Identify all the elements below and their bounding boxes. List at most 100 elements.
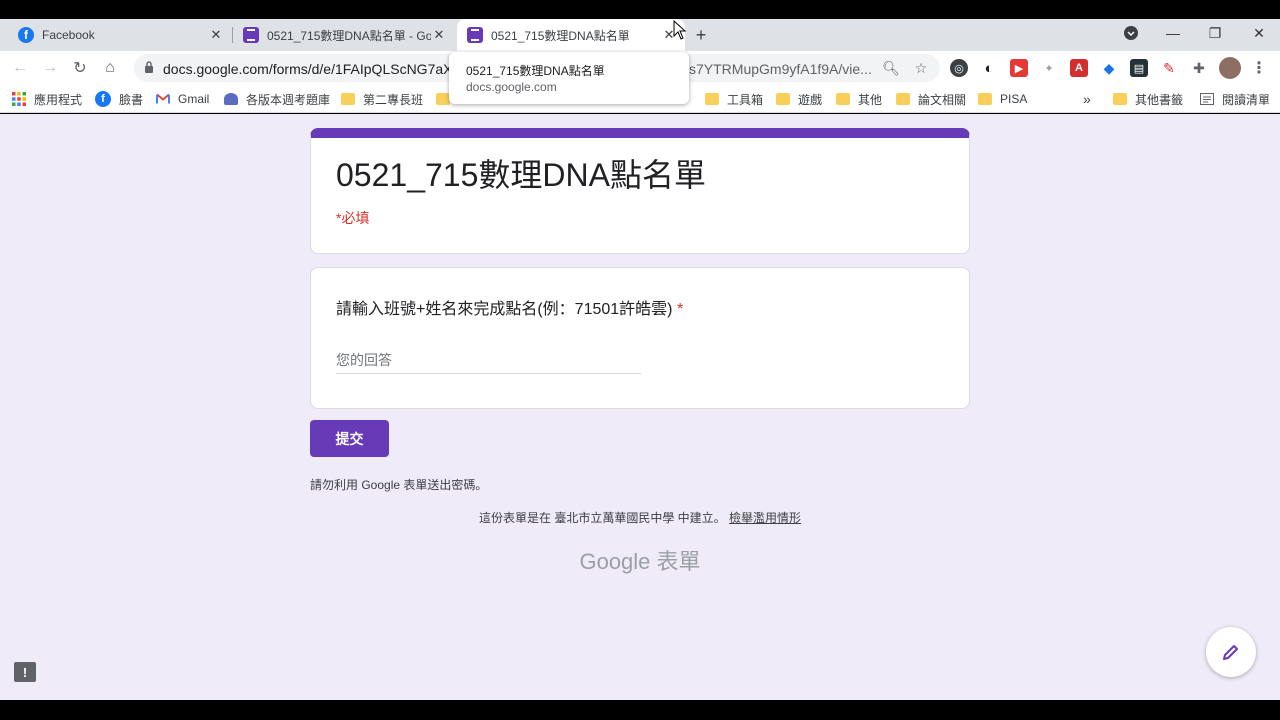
answer-input[interactable] (336, 346, 641, 374)
form-page: 0521_715數理DNA點名單 *必填 請輸入班號+姓名來完成點名(例：715… (0, 114, 1280, 700)
bookmark-label: 應用程式 (34, 92, 83, 107)
page-title: 0521_715數理DNA點名單 (336, 157, 706, 193)
back-icon[interactable]: ← (8, 56, 32, 80)
facebook-icon: f (95, 91, 111, 107)
url-tail-text: s7YTRMupGm9yfA1f9A/vie... (689, 61, 872, 77)
reading-list-icon (1200, 93, 1214, 105)
mouse-cursor-icon (673, 20, 687, 40)
google-forms-icon (467, 27, 483, 43)
avatar[interactable] (1219, 57, 1241, 79)
bookmark-label: 遊戲 (798, 92, 823, 107)
close-icon[interactable]: ✕ (208, 27, 224, 43)
submit-button[interactable]: 提交 (310, 420, 389, 457)
created-in-text: 這份表單是在 臺北市立萬華國民中學 中建立。 (478, 511, 726, 525)
google-forms-icon (243, 27, 259, 43)
minimize-button[interactable]: — (1153, 19, 1193, 47)
pen-extension-icon[interactable]: ✎ (1160, 59, 1178, 77)
url-text: docs.google.com/forms/d/e/1FAIpQLScNG7aX (163, 61, 453, 77)
edit-response-button[interactable] (1206, 627, 1256, 677)
menu-icon[interactable]: ⋮ (1250, 59, 1268, 77)
home-icon[interactable]: ⌂ (98, 56, 122, 80)
close-icon[interactable]: ✕ (431, 27, 447, 43)
bookmark-folder-second[interactable]: 第二專長班 (341, 91, 423, 107)
bookmark-label: 其他書籤 (1135, 92, 1184, 107)
chevron-double-right-icon: » (1083, 91, 1091, 107)
bookmark-label: 臉書 (119, 92, 144, 107)
google-forms-logo[interactable]: Google 表單 (0, 544, 1280, 576)
zoom-icon[interactable]: 🔍︎ (881, 58, 901, 78)
bookmark-folder-pisa[interactable]: PISA (978, 91, 1027, 107)
bookmark-label: 其他 (858, 92, 883, 107)
bookmark-folder-thesis[interactable]: 論文相關 (896, 91, 966, 107)
bookmark-star-icon[interactable]: ☆ (911, 58, 931, 78)
forward-icon[interactable]: → (38, 56, 62, 80)
folder-icon (1113, 93, 1127, 105)
chevron-down-icon (1124, 26, 1138, 40)
bookmark-label: 第二專長班 (363, 92, 424, 107)
bookmark-label: Gmail (178, 92, 210, 106)
bookmark-weekly-exams[interactable]: 各版本週考題庫 (224, 91, 330, 107)
close-window-button[interactable]: ✕ (1239, 19, 1279, 47)
bookmark-facebook[interactable]: f 臉書 (95, 91, 143, 107)
no-password-note: 請勿利用 Google 表單送出密碼。 (310, 478, 488, 492)
folder-icon (776, 93, 790, 105)
tab-facebook[interactable]: f Facebook ✕ (8, 19, 232, 51)
dark-mode-icon[interactable]: ◐ (980, 59, 998, 77)
bookmarks-overflow-button[interactable]: » (1083, 91, 1091, 107)
lock-icon (145, 61, 153, 73)
bookmark-label: 閱讀清單 (1222, 92, 1271, 107)
site-icon (224, 93, 238, 105)
restore-button[interactable]: ❐ (1195, 19, 1235, 47)
puzzle-icon[interactable]: ✚ (1190, 59, 1208, 77)
bookmark-other-bookmarks[interactable]: 其他書籤 (1113, 91, 1183, 107)
report-abuse-link[interactable]: 檢舉濫用情形 (729, 511, 801, 525)
folder-icon (978, 93, 992, 105)
required-asterisk: * (676, 301, 684, 318)
pencil-icon (1223, 645, 1238, 660)
apps-grid-icon (12, 92, 26, 106)
bookmark-reading-list[interactable]: 閱讀清單 (1200, 91, 1270, 107)
facebook-icon: f (18, 27, 34, 43)
tab-hover-tooltip: 0521_715數理DNA點名單 docs.google.com (449, 52, 689, 104)
folder-icon (436, 93, 450, 105)
tab-form-active[interactable]: 0521_715數理DNA點名單 ✕ (457, 19, 685, 51)
question-card: 請輸入班號+姓名來完成點名(例：71501許皓雲) * (310, 267, 970, 409)
tooltip-domain: docs.google.com (466, 80, 557, 94)
classroom-icon[interactable]: ◆ (1100, 59, 1118, 77)
bookmark-label: 各版本週考題庫 (246, 92, 331, 107)
created-in-note: 這份表單是在 臺北市立萬華國民中學 中建立。 檢舉濫用情形 (0, 509, 1280, 526)
bookmark-apps[interactable]: 應用程式 (12, 91, 82, 107)
tab-title: 0521_715數理DNA點名單 - Goo (267, 28, 431, 43)
question-text: 請輸入班號+姓名來完成點名(例：71501許皓雲) (336, 301, 673, 318)
folder-icon (341, 93, 355, 105)
folder-icon (896, 93, 910, 105)
dropbox-icon[interactable]: ✦ (1040, 59, 1058, 77)
folder-icon (705, 93, 719, 105)
tooltip-title: 0521_715數理DNA點名單 (466, 64, 605, 78)
tab-title: Facebook (42, 28, 95, 42)
folder-icon (836, 93, 850, 105)
question-label: 請輸入班號+姓名來完成點名(例：71501許皓雲) * (336, 295, 683, 319)
form-header-card: 0521_715數理DNA點名單 *必填 (310, 128, 970, 254)
bookmark-label: 論文相關 (918, 92, 967, 107)
tab-strip: f Facebook ✕ 0521_715數理DNA點名單 - Goo ✕ 05… (0, 19, 1280, 51)
new-tab-button[interactable]: + (690, 19, 712, 51)
required-note: *必填 (336, 210, 370, 226)
reload-icon[interactable]: ↻ (68, 56, 92, 80)
bookmark-gmail[interactable]: Gmail (156, 91, 209, 107)
bookmark-label: PISA (1000, 92, 1028, 106)
pdf-icon[interactable]: A (1070, 59, 1088, 77)
tab-search-button[interactable] (1111, 19, 1151, 47)
record-extension-icon[interactable]: ▶ (1010, 59, 1028, 77)
tab-form-1[interactable]: 0521_715數理DNA點名單 - Goo ✕ (233, 19, 455, 51)
feedback-icon[interactable]: ! (14, 662, 36, 682)
bookmark-folder-games[interactable]: 遊戲 (776, 91, 822, 107)
gmail-icon (156, 93, 170, 104)
bookmark-folder-other[interactable]: 其他 (836, 91, 882, 107)
tab-title: 0521_715數理DNA點名單 (491, 28, 630, 43)
screen-icon[interactable]: ▤ (1130, 59, 1148, 77)
bookmark-folder-tools[interactable]: 工具箱 (705, 91, 763, 107)
bookmark-label: 工具箱 (727, 92, 764, 107)
extension-circle-icon[interactable]: ◎ (950, 59, 968, 77)
browser-window: f Facebook ✕ 0521_715數理DNA點名單 - Goo ✕ 05… (0, 0, 1280, 720)
